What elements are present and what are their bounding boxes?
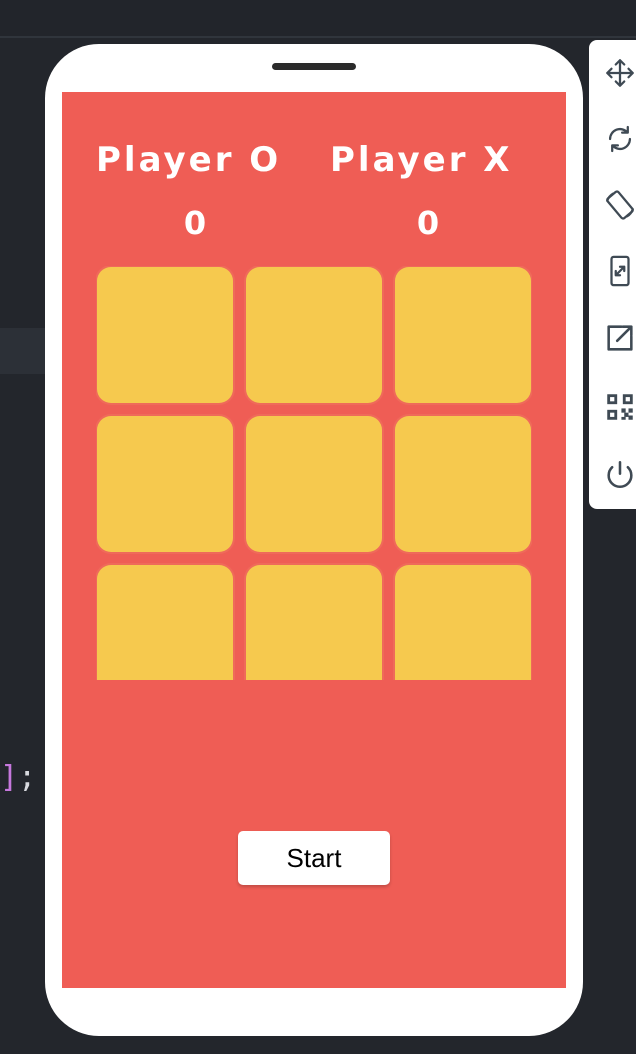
board-cell-3[interactable] xyxy=(395,267,531,403)
board-cell-1[interactable] xyxy=(97,267,233,403)
phone-frame: Player O Player X 0 0 Start xyxy=(45,44,583,1036)
resize-icon[interactable] xyxy=(601,252,636,290)
player-x-score: 0 xyxy=(416,204,440,242)
scoreboard: Player O Player X xyxy=(62,140,566,190)
qr-code-icon[interactable] xyxy=(601,388,636,426)
board-cell-2[interactable] xyxy=(246,267,382,403)
player-x-label: Player X xyxy=(330,140,513,180)
editor-top-bar xyxy=(0,0,636,38)
board-cell-7[interactable] xyxy=(97,565,233,680)
board-cell-9[interactable] xyxy=(395,565,531,680)
power-icon[interactable] xyxy=(601,456,636,494)
board-cell-8[interactable] xyxy=(246,565,382,680)
board-cell-6[interactable] xyxy=(395,416,531,552)
desktop-stage: ]; Player O Player X 0 0 Start xyxy=(0,0,636,1054)
move-icon[interactable] xyxy=(601,54,636,92)
code-bracket: ] xyxy=(0,760,19,795)
phone-screen: Player O Player X 0 0 Start xyxy=(62,92,566,988)
phone-speaker xyxy=(272,63,356,70)
game-board xyxy=(96,266,532,680)
player-o-label: Player O xyxy=(96,140,282,180)
open-external-icon[interactable] xyxy=(601,319,636,357)
start-button[interactable]: Start xyxy=(238,831,390,885)
device-tool-panel xyxy=(589,40,636,509)
rotate-icon[interactable] xyxy=(601,120,636,158)
rotate-device-icon[interactable] xyxy=(601,186,636,224)
code-fragment: ]; xyxy=(0,760,36,795)
board-cell-4[interactable] xyxy=(97,416,233,552)
player-o-score: 0 xyxy=(183,204,207,242)
board-cell-5[interactable] xyxy=(246,416,382,552)
code-semicolon: ; xyxy=(18,760,37,795)
